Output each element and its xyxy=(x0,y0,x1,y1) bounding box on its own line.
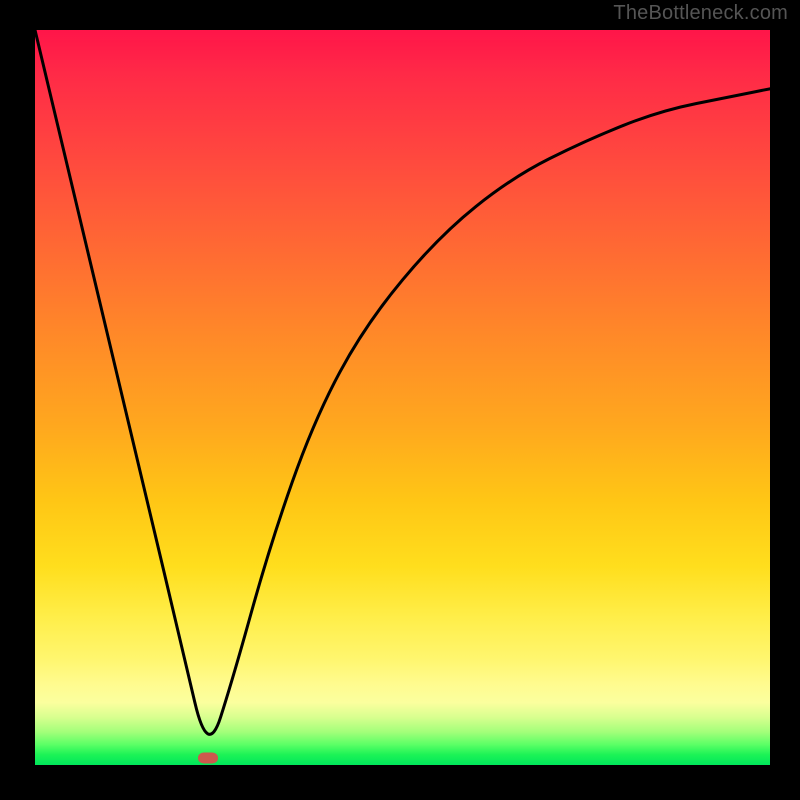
chart-container: TheBottleneck.com xyxy=(0,0,800,800)
plot-area xyxy=(35,30,770,765)
bottleneck-curve xyxy=(35,30,770,765)
chart-frame xyxy=(0,0,800,800)
attribution-label: TheBottleneck.com xyxy=(613,2,788,25)
current-config-marker xyxy=(198,752,218,763)
